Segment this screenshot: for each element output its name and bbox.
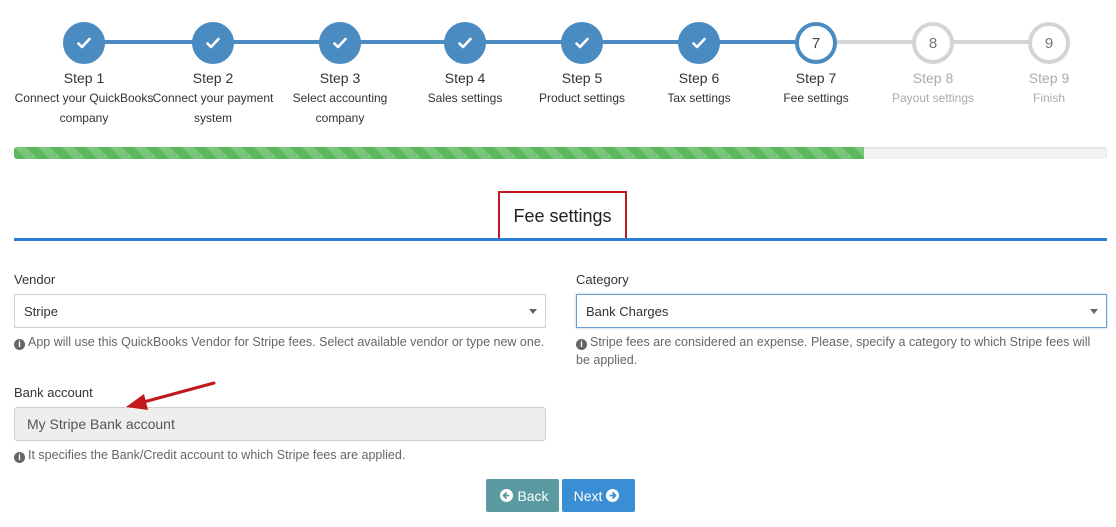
category-help: i Stripe fees are considered an expense. … (576, 333, 1107, 369)
next-button[interactable]: Next (562, 479, 635, 512)
step-3: Step 3 Select accounting company (270, 22, 410, 128)
category-label: Category (576, 272, 629, 287)
info-icon: i (14, 339, 25, 350)
step-title: Step 1 (63, 70, 105, 86)
step-title: Step 3 (319, 70, 361, 86)
annotation-arrow-icon (126, 381, 216, 410)
step-description: Finish (1032, 91, 1065, 105)
vendor-select[interactable]: Stripe (14, 294, 546, 328)
section-title: Fee settings (498, 191, 627, 241)
check-icon (561, 22, 603, 64)
wizard-progress-bar (14, 147, 1107, 159)
back-button[interactable]: Back (486, 479, 559, 512)
check-icon (444, 22, 486, 64)
step-number: 8 (912, 22, 954, 64)
section-divider (14, 238, 1107, 241)
step-description: Connect your payment system (152, 91, 274, 125)
progress-fill (14, 147, 865, 159)
arrow-right-circle-icon (606, 489, 620, 502)
category-select[interactable]: Bank Charges (576, 294, 1107, 328)
vendor-select-value: Stripe (24, 303, 58, 319)
step-number: 7 (795, 22, 837, 64)
category-help-text: Stripe fees are considered an expense. P… (576, 335, 1091, 367)
step-description: Select accounting company (292, 91, 388, 125)
bank-account-value: My Stripe Bank account (27, 416, 175, 432)
check-icon (319, 22, 361, 64)
back-button-label: Back (517, 487, 549, 504)
info-icon: i (14, 452, 25, 463)
step-number: 9 (1028, 22, 1070, 64)
check-icon (678, 22, 720, 64)
check-icon (192, 22, 234, 64)
vendor-label: Vendor (14, 272, 56, 287)
vendor-help-text: App will use this QuickBooks Vendor for … (28, 335, 545, 349)
step-title: Step 2 (192, 70, 234, 86)
step-title: Step 9 (1028, 70, 1070, 86)
vendor-help: i App will use this QuickBooks Vendor for… (14, 333, 554, 351)
bank-account-help-text: It specifies the Bank/Credit account to … (28, 448, 406, 462)
bank-account-label: Bank account (14, 385, 93, 400)
step-9: 9 Step 9 Finish (979, 22, 1116, 108)
next-button-label: Next (573, 487, 603, 504)
bank-account-field: My Stripe Bank account (14, 407, 546, 441)
wizard-stepper: Step 1 Connect your QuickBooks company S… (0, 0, 1116, 140)
check-icon (63, 22, 105, 64)
chevron-down-icon (529, 309, 537, 314)
info-icon: i (576, 339, 587, 350)
step-1: Step 1 Connect your QuickBooks company (14, 22, 154, 128)
category-select-value: Bank Charges (586, 303, 669, 319)
arrow-left-circle-icon (500, 489, 514, 502)
step-2: Step 2 Connect your payment system (143, 22, 283, 128)
bank-account-help: i It specifies the Bank/Credit account to… (14, 446, 554, 464)
chevron-down-icon (1090, 309, 1098, 314)
step-description: Connect your QuickBooks company (14, 91, 154, 125)
